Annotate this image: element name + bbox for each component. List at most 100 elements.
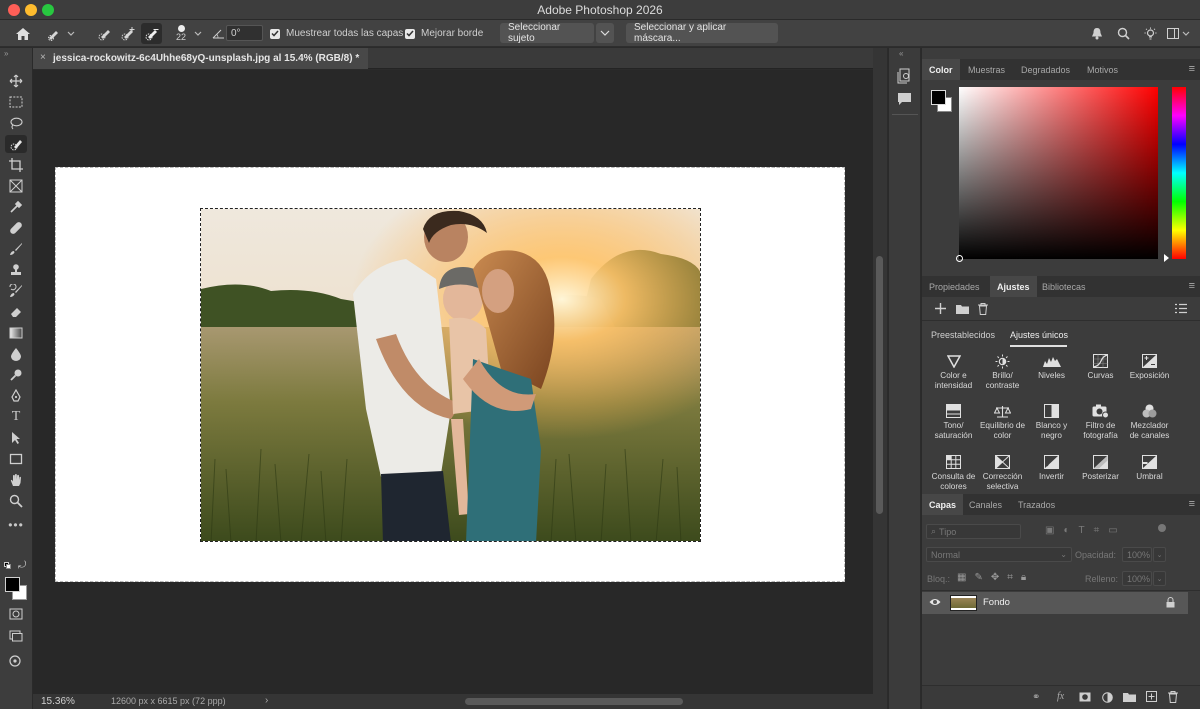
blur-tool-icon[interactable] (5, 345, 27, 363)
tab-color[interactable]: Color (922, 59, 960, 80)
search-icon[interactable] (1114, 23, 1132, 44)
adjustment-posterize[interactable]: Posterizar (1076, 454, 1125, 482)
healing-brush-tool-icon[interactable] (5, 219, 27, 237)
tab-adjustments[interactable]: Ajustes (990, 276, 1037, 297)
tab-layers[interactable]: Capas (922, 494, 964, 515)
adjustment-color-balance[interactable]: Equilibrio de color (978, 403, 1027, 441)
adjustment-threshold[interactable]: Umbral (1125, 454, 1174, 482)
sample-all-layers-checkbox[interactable]: Muestrear todas las capas (270, 23, 420, 44)
document-tab[interactable]: × jessica-rockowitz-6c4Uhhe68yQ-unsplash… (33, 48, 368, 69)
new-group-icon[interactable] (1123, 692, 1136, 702)
discover-lightbulb-icon[interactable] (1140, 23, 1160, 44)
collapse-arrows-icon[interactable]: » (4, 49, 8, 58)
lasso-tool-icon[interactable] (5, 114, 27, 132)
brush-size-picker[interactable]: 22 (170, 23, 192, 44)
chevron-down-icon[interactable]: ⌄ (1153, 571, 1166, 586)
rectangle-tool-icon[interactable] (5, 450, 27, 468)
adjustment-invert[interactable]: Invertir (1027, 454, 1076, 482)
chevron-right-icon[interactable]: › (265, 695, 268, 706)
select-subject-dropdown[interactable] (596, 23, 614, 43)
swap-colors-icon[interactable]: ⤾ (18, 560, 26, 571)
workspace-icon[interactable] (1166, 23, 1180, 44)
eyedropper-tool-icon[interactable] (5, 198, 27, 216)
adjustment-selective-color[interactable]: Corrección selectiva (978, 454, 1027, 491)
eraser-tool-icon[interactable] (5, 303, 27, 321)
layer-filter-icons[interactable]: ▣◐T⌗▭ (1045, 525, 1127, 536)
photo-layer-image[interactable] (200, 208, 701, 542)
expand-arrows-icon[interactable]: « (899, 49, 903, 58)
enhance-edge-checkbox[interactable]: Mejorar borde (405, 23, 495, 44)
tab-paths[interactable]: Trazados (1011, 494, 1062, 515)
layer-style-icon[interactable]: fx (1057, 691, 1064, 702)
adjustment-exposure[interactable]: Exposición (1125, 353, 1174, 381)
new-adjustment-layer-icon[interactable] (1102, 692, 1113, 703)
panel-menu-icon[interactable]: ≡ (1189, 280, 1195, 292)
hue-slider-left-arrow[interactable] (1164, 254, 1169, 262)
opacity-input[interactable]: 100% (1122, 547, 1152, 562)
add-mask-icon[interactable] (1079, 692, 1091, 702)
bell-icon[interactable] (1088, 23, 1106, 44)
fill-input[interactable]: 100% (1122, 571, 1152, 586)
adjustment-hue-saturation[interactable]: Tono/ saturación (929, 403, 978, 441)
adjustment-brightness-contrast[interactable]: Brillo/ contraste (978, 353, 1027, 391)
adjustment-levels[interactable]: Niveles (1027, 353, 1076, 381)
add-adjustment-icon[interactable] (935, 303, 946, 314)
move-tool-icon[interactable] (5, 72, 27, 90)
lock-options-icons[interactable]: ▦✎✥⌗🔒︎ (957, 572, 1034, 583)
pen-tool-icon[interactable] (5, 387, 27, 405)
tab-properties[interactable]: Propiedades (922, 276, 987, 297)
adjustment-channel-mixer[interactable]: Mezclador de canales (1125, 403, 1174, 441)
select-and-mask-button[interactable]: Seleccionar y aplicar máscara... (626, 22, 778, 44)
path-selection-tool-icon[interactable] (5, 429, 27, 447)
subtract-from-selection-brush-icon[interactable] (141, 23, 162, 44)
hand-tool-icon[interactable] (5, 471, 27, 489)
canvas-area[interactable] (33, 70, 873, 694)
zoom-tool-icon[interactable] (5, 492, 27, 510)
gradient-tool-icon[interactable] (5, 324, 27, 342)
new-layer-icon[interactable] (1146, 691, 1157, 702)
chevron-down-icon[interactable]: ⌄ (1153, 547, 1166, 562)
close-tab-icon[interactable]: × (40, 52, 46, 63)
adjustment-curves[interactable]: Curvas (1076, 353, 1125, 381)
select-subject-button[interactable]: Seleccionar sujeto (500, 22, 594, 44)
more-tools-icon[interactable]: ••• (5, 516, 27, 534)
type-tool-icon[interactable]: T (5, 408, 27, 426)
link-layers-icon[interactable]: ⚭ (1032, 692, 1040, 703)
tab-libraries[interactable]: Bibliotecas (1035, 276, 1093, 297)
comments-panel-icon[interactable] (897, 92, 913, 106)
tab-single-adjustments[interactable]: Ajustes únicos (1010, 330, 1068, 340)
layer-row-fondo[interactable]: Fondo (922, 592, 1188, 614)
color-picker-handle[interactable] (956, 255, 963, 262)
frame-tool-icon[interactable] (5, 177, 27, 195)
tab-swatches[interactable]: Muestras (961, 59, 1012, 80)
horizontal-scrollbar-thumb[interactable] (465, 698, 683, 705)
trash-icon[interactable] (978, 303, 988, 315)
tab-channels[interactable]: Canales (962, 494, 1009, 515)
lock-icon[interactable] (1166, 597, 1175, 608)
default-colors-icon[interactable] (4, 562, 11, 569)
color-panel-foreground-swatch[interactable] (931, 90, 946, 105)
eye-icon[interactable] (929, 597, 941, 607)
tab-presets[interactable]: Preestablecidos (931, 330, 995, 340)
adjustment-color-intensity[interactable]: Color e intensidad (929, 353, 978, 391)
chevron-down-icon[interactable] (192, 23, 204, 44)
home-icon[interactable] (12, 23, 34, 44)
adjustment-black-white[interactable]: Blanco y negro (1027, 403, 1076, 441)
trash-icon[interactable] (1168, 691, 1178, 703)
layer-name[interactable]: Fondo (983, 597, 1010, 608)
new-selection-brush-icon[interactable] (95, 23, 115, 44)
hue-slider[interactable] (1172, 87, 1186, 259)
layer-filter-dropdown[interactable]: ⌕ Tipo (926, 524, 1021, 539)
panel-menu-icon[interactable]: ≡ (1189, 63, 1195, 75)
clone-stamp-tool-icon[interactable] (5, 261, 27, 279)
chevron-down-icon[interactable] (1180, 23, 1192, 44)
adjustment-photo-filter[interactable]: Filtro de fotografía (1076, 403, 1125, 441)
adjustment-color-lookup[interactable]: Consulta de colores (929, 454, 978, 491)
filter-toggle[interactable] (1158, 524, 1166, 532)
crop-tool-icon[interactable] (5, 156, 27, 174)
vertical-scrollbar[interactable] (873, 48, 887, 709)
blend-mode-dropdown[interactable]: Normal ⌄ (926, 547, 1072, 562)
quick-mask-icon[interactable] (5, 605, 27, 623)
history-brush-tool-icon[interactable] (5, 282, 27, 300)
screen-mode-icon[interactable] (5, 627, 27, 645)
